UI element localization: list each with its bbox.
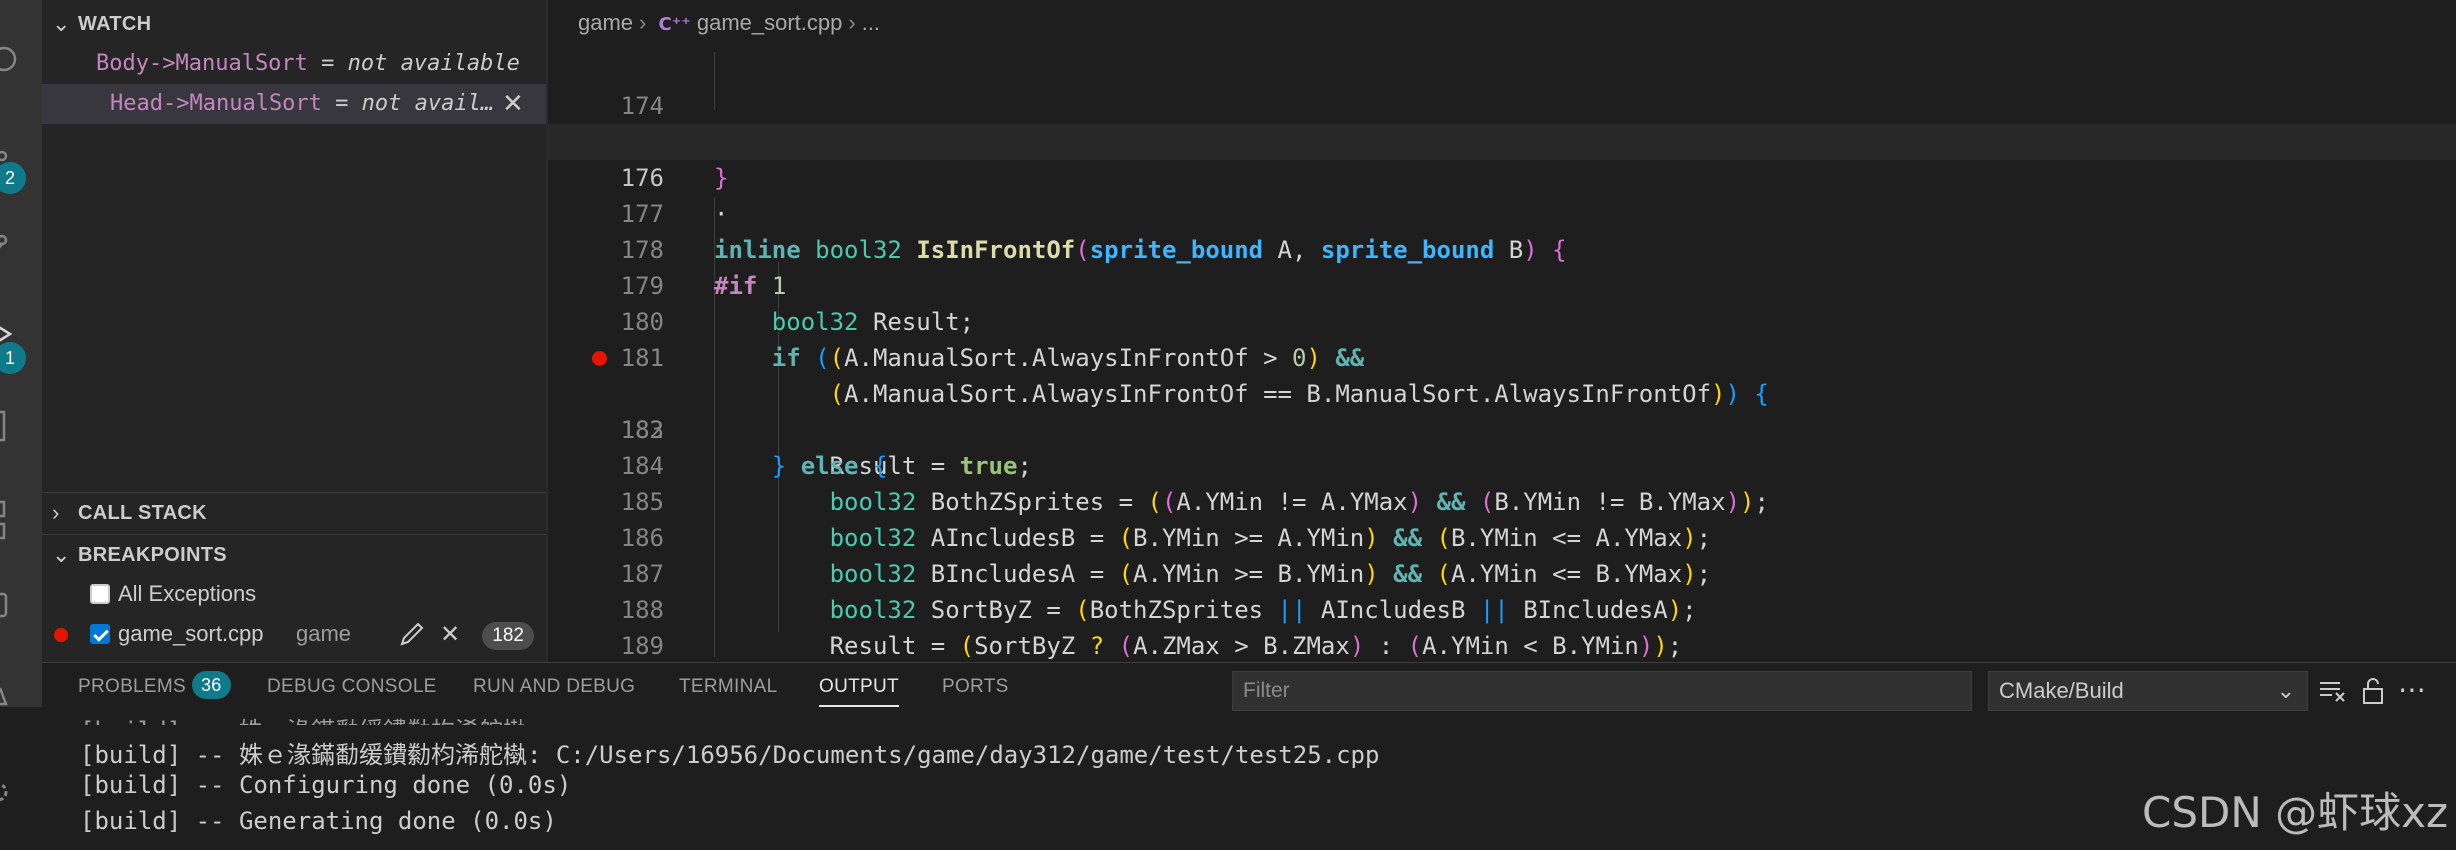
- remote-explorer-icon[interactable]: [0, 590, 24, 630]
- code-line-current: 176 ·: [548, 124, 2456, 228]
- code-editor[interactable]: 174 return Result; 175 } 176 · 177 inlin…: [548, 52, 2456, 662]
- watch-expression: Head->ManualSort: [110, 91, 322, 116]
- remove-watch-icon[interactable]: ✕: [502, 84, 524, 124]
- code-line: 183 } else {: [548, 376, 2456, 480]
- output-line: [build] -- 姝ｅ湪鏋勫缓鐨勬枃浠舵槸: C:/Users/16956/…: [80, 741, 1380, 769]
- watch-value: not available: [347, 51, 520, 76]
- breakpoint-dot-icon[interactable]: [592, 351, 607, 366]
- tab-run-and-debug[interactable]: RUN AND DEBUG: [473, 663, 635, 711]
- tab-problems[interactable]: PROBLEMS 36: [78, 663, 231, 711]
- tab-debug-console[interactable]: DEBUG CONSOLE: [267, 663, 437, 711]
- chevron-right-icon: ›: [848, 10, 856, 35]
- tab-output[interactable]: OUTPUT: [819, 663, 899, 711]
- code-line: 190 #endif: [548, 628, 2456, 662]
- breakpoint-label: All Exceptions: [118, 581, 257, 606]
- code-line: 178 #if 1: [548, 196, 2456, 300]
- chevron-down-icon: ⌄: [2276, 678, 2295, 703]
- debug-sidebar: ⌄ WATCH Body->ManualSort = not available…: [42, 0, 546, 662]
- book-icon[interactable]: [0, 408, 24, 448]
- chevron-right-icon: ›: [639, 10, 647, 35]
- code-line: 179 bool32 Result;: [548, 232, 2456, 336]
- call-stack-header-label: CALL STACK: [78, 502, 207, 524]
- output-channel-value: CMake/Build: [1999, 678, 2124, 703]
- chevron-down-icon: ⌄: [52, 542, 71, 567]
- breakpoint-row-game-sort[interactable]: game_sort.cpp game ✕ 182: [42, 614, 546, 654]
- output-line: [build] -- Configuring done (0.0s): [80, 771, 572, 799]
- watermark: CSDN @虾球xz: [2142, 788, 2448, 837]
- more-actions-icon[interactable]: ⋯: [2398, 673, 2426, 706]
- bottom-panel: PROBLEMS 36 DEBUG CONSOLE RUN AND DEBUG T…: [42, 662, 2456, 850]
- watch-equals: =: [307, 51, 348, 76]
- flask-icon[interactable]: [0, 674, 24, 714]
- lock-scroll-icon[interactable]: [2360, 677, 2388, 710]
- breakpoints-header-label: BREAKPOINTS: [78, 544, 227, 566]
- breakpoint-line-badge: 182: [482, 622, 534, 650]
- watch-expression: Body->ManualSort: [96, 51, 308, 76]
- git-branch-icon[interactable]: [0, 230, 24, 270]
- breadcrumb-file[interactable]: game_sort.cpp: [697, 10, 843, 35]
- code-line: 186 bool32 BIncludesA = (A.YMin >= B.YMi…: [548, 484, 2456, 588]
- breakpoints-section-header[interactable]: ⌄ BREAKPOINTS: [42, 534, 546, 574]
- code-line: 188 Result = (SortByZ ? (A.ZMax > B.ZMax…: [548, 556, 2456, 660]
- tab-label: PROBLEMS: [78, 676, 186, 697]
- breadcrumb-symbol[interactable]: ...: [862, 10, 880, 35]
- source-control-badge: 2: [0, 162, 26, 194]
- extensions-icon[interactable]: [0, 500, 24, 540]
- output-line: [build] -- Generating done (0.0s): [80, 807, 557, 835]
- code-line: 174 return Result;: [548, 52, 2456, 156]
- breadcrumb-folder[interactable]: game: [578, 10, 633, 35]
- breakpoint-folder: game: [296, 621, 352, 646]
- circle-icon[interactable]: [0, 44, 24, 84]
- watch-value: not avail…: [361, 91, 495, 116]
- output-channel-select[interactable]: CMake/Build ⌄: [1988, 671, 2308, 711]
- settings-gear-icon[interactable]: [0, 776, 24, 816]
- code-line-breakpoint: 182 Result = true;: [548, 340, 2456, 480]
- cpp-file-icon: C⁺⁺: [658, 14, 691, 35]
- code-line: 175 }: [548, 88, 2456, 192]
- edit-breakpoint-icon[interactable]: [398, 614, 426, 667]
- game-sort-breakpoint-checkbox[interactable]: [90, 624, 110, 644]
- code-line: 177 inline bool32 IsInFrontOf(sprite_bou…: [548, 160, 2456, 264]
- code-line: 187 bool32 SortByZ = (BothZSprites || AI…: [548, 520, 2456, 624]
- breakpoint-file: game_sort.cpp: [118, 621, 264, 646]
- call-stack-section-header[interactable]: › CALL STACK: [42, 492, 546, 532]
- all-exceptions-checkbox[interactable]: [90, 584, 110, 604]
- watch-header-label: WATCH: [78, 13, 152, 35]
- problems-count-badge: 36: [192, 671, 231, 699]
- watch-item[interactable]: Body->ManualSort = not available: [42, 44, 546, 84]
- chevron-right-icon: ›: [52, 500, 60, 525]
- output-filter-input[interactable]: [1232, 671, 1972, 711]
- chevron-down-icon: ⌄: [52, 11, 71, 36]
- code-line: 181 (A.ManualSort.AlwaysInFrontOf == B.M…: [548, 304, 2456, 408]
- code-line: 189 }: [548, 592, 2456, 660]
- breakpoint-row-all-exceptions[interactable]: All Exceptions: [42, 574, 546, 614]
- tab-terminal[interactable]: TERMINAL: [679, 663, 777, 711]
- code-line: 184 bool32 BothZSprites = ((A.YMin != A.…: [548, 412, 2456, 516]
- code-line: 180 if ((A.ManualSort.AlwaysInFrontOf > …: [548, 268, 2456, 372]
- remove-breakpoint-icon[interactable]: ✕: [440, 614, 460, 654]
- code-line: 185 bool32 AIncludesB = (B.YMin >= A.YMi…: [548, 448, 2456, 552]
- breakpoint-dot-icon: [54, 628, 68, 642]
- watch-section-header[interactable]: ⌄ WATCH: [42, 4, 546, 44]
- run-debug-badge: 1: [0, 342, 26, 374]
- output-line-partial: [build] -- 姝ｅ湪鏋勫缓鐨勬枃浠舵槸: [80, 711, 527, 725]
- tab-ports[interactable]: PORTS: [942, 663, 1009, 711]
- watch-equals: =: [321, 91, 362, 116]
- breadcrumb: game › C⁺⁺ game_sort.cpp ›...: [548, 0, 2456, 46]
- clear-output-icon[interactable]: [2318, 677, 2348, 710]
- activity-bar: 2 1: [0, 0, 42, 802]
- watch-item-selected[interactable]: Head->ManualSort = not avail… ✕: [42, 84, 546, 124]
